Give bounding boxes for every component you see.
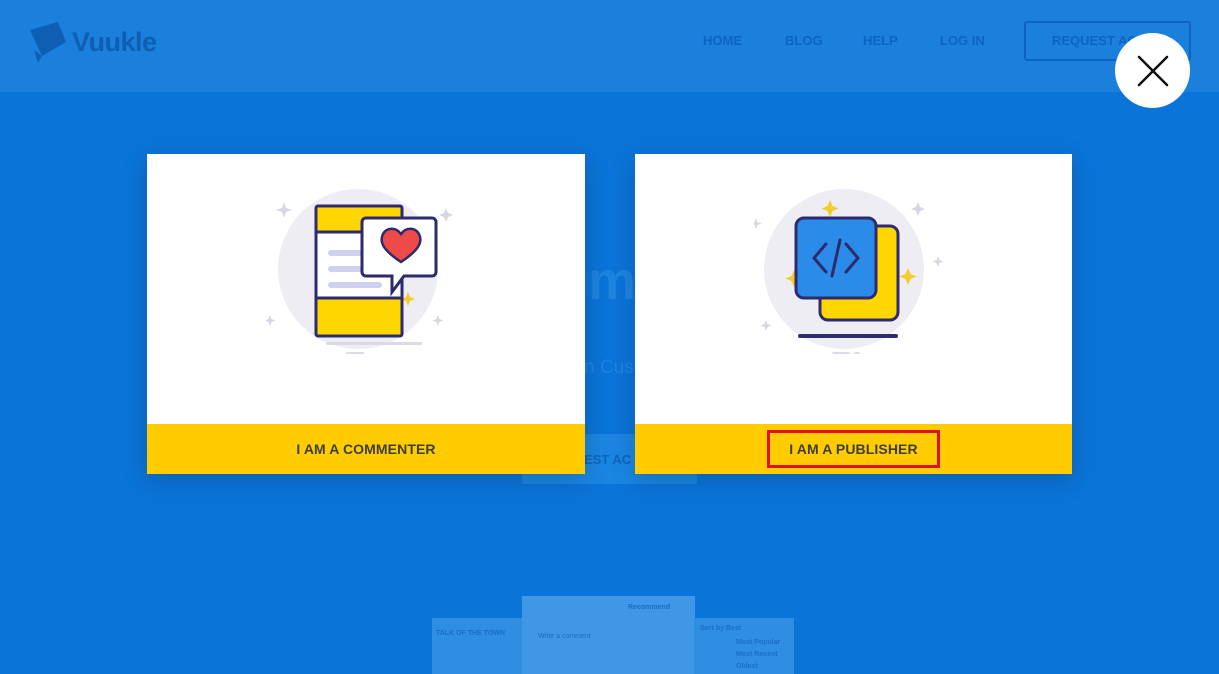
commenter-chat-heart-icon: [266, 189, 453, 354]
commenter-footer[interactable]: I AM A COMMENTER: [147, 424, 585, 474]
commenter-illustration: [147, 174, 585, 404]
publisher-illustration: [635, 174, 1072, 404]
publisher-label[interactable]: I AM A PUBLISHER: [767, 430, 940, 468]
publisher-option-card[interactable]: I AM A PUBLISHER: [635, 154, 1072, 474]
publisher-code-icon: [753, 189, 943, 354]
close-icon: [1137, 55, 1168, 86]
close-button[interactable]: [1115, 33, 1190, 108]
publisher-footer[interactable]: I AM A PUBLISHER: [635, 424, 1072, 474]
commenter-label[interactable]: I AM A COMMENTER: [296, 441, 435, 457]
commenter-option-card[interactable]: I AM A COMMENTER: [147, 154, 585, 474]
